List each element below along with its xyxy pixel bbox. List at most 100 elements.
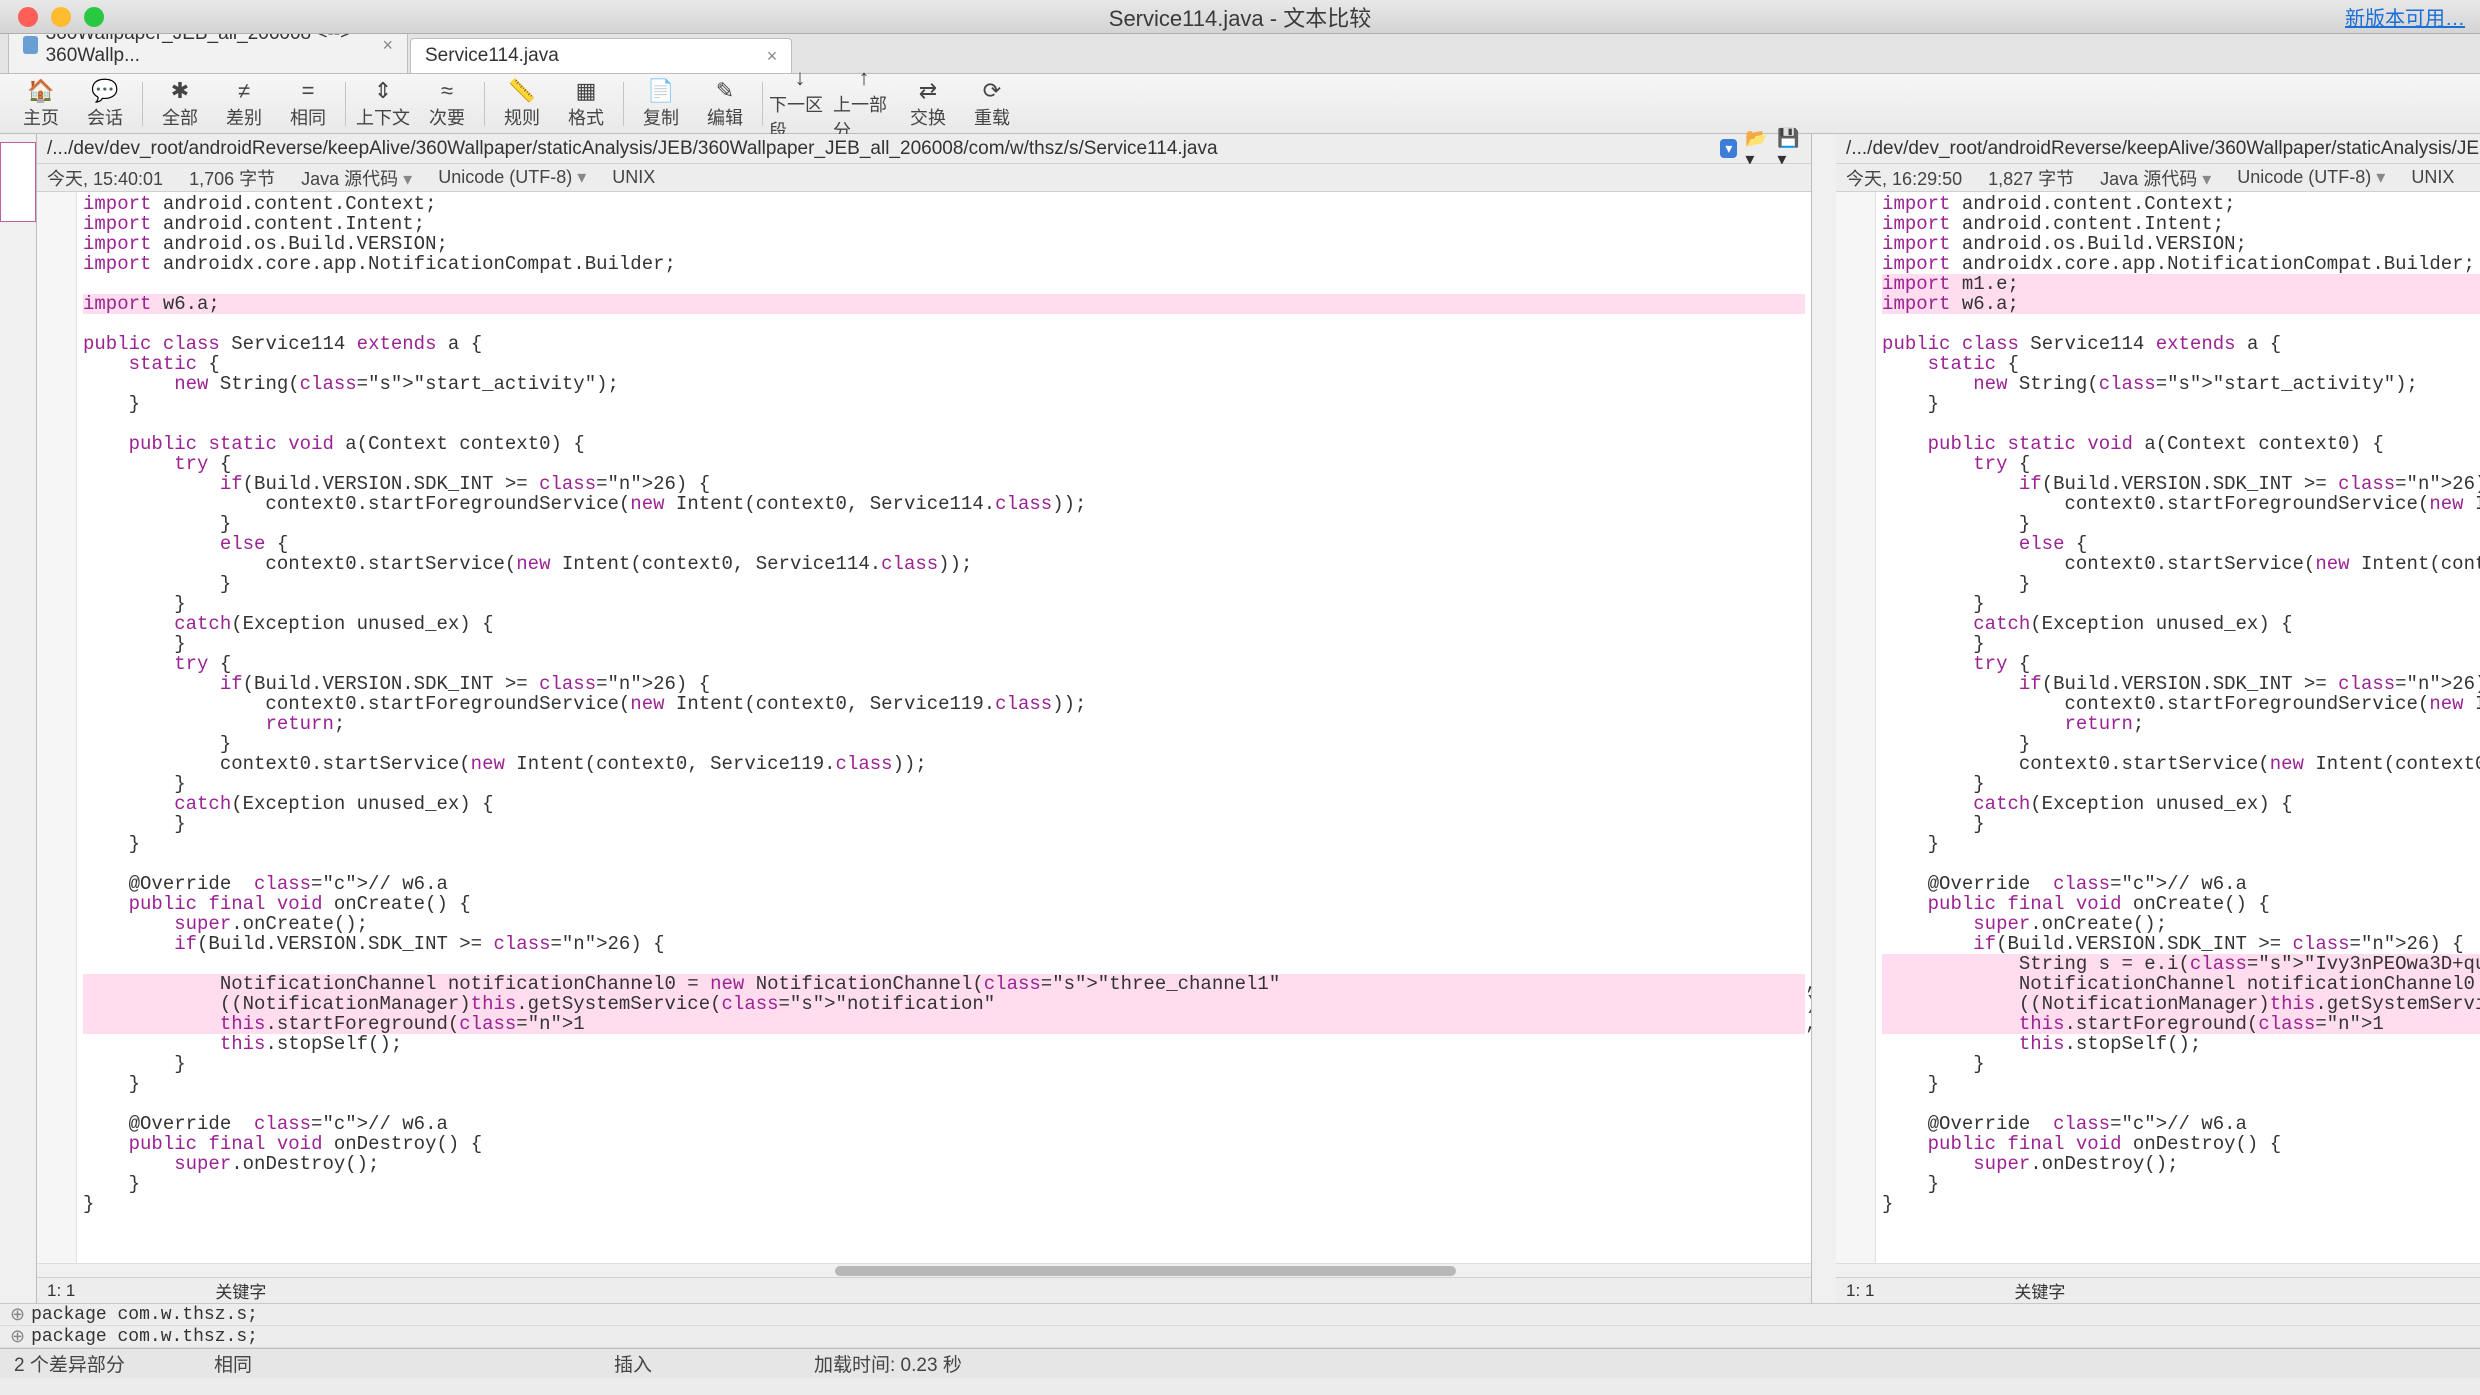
toolbar-次要[interactable]: ≈次要 bbox=[416, 76, 478, 132]
bottom-inputs: ⊕ package com.w.thsz.s; ⊕ package com.w.th… bbox=[0, 1303, 2480, 1348]
left-code[interactable]: import android.content.Context; import a… bbox=[77, 192, 1811, 1263]
load-time: 加载时间: 0.23 秒 bbox=[814, 1350, 962, 1377]
left-status: 1: 1 关键字 bbox=[37, 1277, 1811, 1303]
toolbar-格式[interactable]: ▦格式 bbox=[555, 76, 617, 132]
toolbar-icon: 💬 bbox=[91, 78, 118, 104]
pin-icon: ⊕ bbox=[10, 1326, 25, 1348]
zoom-window-icon[interactable] bbox=[84, 7, 104, 27]
main: /.../dev/dev_root/androidReverse/keepAli… bbox=[0, 134, 2480, 1303]
right-hscroll[interactable] bbox=[1836, 1263, 2480, 1277]
toolbar-label: 编辑 bbox=[707, 104, 743, 130]
eol-label: UNIX bbox=[612, 167, 655, 188]
toolbar-label: 全部 bbox=[162, 104, 198, 130]
toolbar-separator bbox=[623, 82, 624, 126]
prompt-text: package com.w.thsz.s; bbox=[31, 1305, 258, 1325]
toolbar-上下文[interactable]: ⇕上下文 bbox=[352, 76, 414, 132]
toolbar-separator bbox=[762, 82, 763, 126]
prompt-row-1[interactable]: ⊕ package com.w.thsz.s; bbox=[0, 1304, 2480, 1326]
toolbar-icon: ↑ bbox=[859, 65, 870, 91]
right-status: 1: 1 关键字 bbox=[1836, 1277, 2480, 1303]
toolbar-icon: ≈ bbox=[441, 78, 453, 104]
cursor-pos: 1: 1 bbox=[1846, 1281, 1874, 1301]
right-path-bar: /.../dev/dev_root/androidReverse/keepAli… bbox=[1836, 134, 2480, 164]
diff-count: 2 个差异部分 bbox=[14, 1350, 134, 1377]
cursor-pos: 1: 1 bbox=[47, 1281, 75, 1301]
overview-thumb[interactable] bbox=[0, 142, 36, 222]
toolbar-label: 差别 bbox=[226, 104, 262, 130]
toolbar-label: 格式 bbox=[568, 104, 604, 130]
left-path-bar: /.../dev/dev_root/androidReverse/keepAli… bbox=[37, 134, 1811, 164]
toolbar-主页[interactable]: 🏠主页 bbox=[10, 76, 72, 132]
toolbar-会话[interactable]: 💬会话 bbox=[74, 76, 136, 132]
toolbar-全部[interactable]: ✱全部 bbox=[149, 76, 211, 132]
toolbar-复制[interactable]: 📄复制 bbox=[630, 76, 692, 132]
toolbar-icon: ⇄ bbox=[919, 78, 937, 104]
toolbar-规则[interactable]: 📏规则 bbox=[491, 76, 553, 132]
close-window-icon[interactable] bbox=[18, 7, 38, 27]
language-dropdown[interactable]: Java 源代码 bbox=[301, 165, 412, 191]
diff-arrow-column bbox=[1812, 134, 1836, 1303]
file-path: /.../dev/dev_root/androidReverse/keepAli… bbox=[47, 138, 1712, 160]
close-icon[interactable]: × bbox=[767, 46, 778, 67]
prompt-text: package com.w.thsz.s; bbox=[31, 1327, 258, 1347]
toolbar-相同[interactable]: =相同 bbox=[277, 76, 339, 132]
compare-icon bbox=[23, 36, 38, 54]
encoding-dropdown[interactable]: Unicode (UTF-8) bbox=[2237, 167, 2385, 188]
status-bar: 2 个差异部分 相同 插入 加载时间: 0.23 秒 bbox=[0, 1348, 2480, 1378]
toolbar-差别[interactable]: ≠差别 bbox=[213, 76, 275, 132]
encoding-dropdown[interactable]: Unicode (UTF-8) bbox=[438, 167, 586, 188]
file-bytes: 1,827 字节 bbox=[1988, 165, 2074, 191]
toolbar-icon: ↓ bbox=[795, 65, 806, 91]
toolbar-icon: ≠ bbox=[238, 78, 250, 104]
toolbar-重载[interactable]: ⟳重载 bbox=[961, 76, 1023, 132]
insert-mode: 插入 bbox=[614, 1350, 734, 1377]
toolbar-icon: ▦ bbox=[576, 78, 597, 104]
toolbar-编辑[interactable]: ✎编辑 bbox=[694, 76, 756, 132]
pin-icon: ⊕ bbox=[10, 1304, 25, 1326]
titlebar: Service114.java - 文本比较 新版本可用… bbox=[0, 0, 2480, 34]
toolbar-icon: 📄 bbox=[647, 78, 674, 104]
right-pane: /.../dev/dev_root/androidReverse/keepAli… bbox=[1836, 134, 2480, 1303]
toolbar-icon: 📏 bbox=[508, 78, 535, 104]
file-bytes: 1,706 字节 bbox=[189, 165, 275, 191]
toolbar-label: 次要 bbox=[429, 104, 465, 130]
right-meta-bar: 今天, 16:29:50 1,827 字节 Java 源代码 Unicode (… bbox=[1836, 164, 2480, 192]
toolbar-icon: ⟳ bbox=[983, 78, 1001, 104]
left-hscroll[interactable] bbox=[37, 1263, 1811, 1277]
toolbar-separator bbox=[484, 82, 485, 126]
file-time: 今天, 16:29:50 bbox=[1846, 165, 1962, 191]
toolbar-label: 主页 bbox=[23, 104, 59, 130]
left-meta-bar: 今天, 15:40:01 1,706 字节 Java 源代码 Unicode (… bbox=[37, 164, 1811, 192]
close-icon[interactable]: × bbox=[382, 35, 393, 56]
toolbar-separator bbox=[345, 82, 346, 126]
dropdown-icon[interactable]: ▾ bbox=[1720, 139, 1737, 158]
keyword-label: 关键字 bbox=[215, 1278, 266, 1303]
overview-strip[interactable] bbox=[0, 134, 37, 1303]
prompt-row-2[interactable]: ⊕ package com.w.thsz.s; bbox=[0, 1326, 2480, 1348]
toolbar-label: 上下文 bbox=[356, 104, 410, 130]
toolbar-icon: ⇕ bbox=[374, 78, 392, 104]
toolbar-label: 重载 bbox=[974, 104, 1010, 130]
left-pane: /.../dev/dev_root/androidReverse/keepAli… bbox=[37, 134, 1812, 1303]
toolbar-交换[interactable]: ⇄交换 bbox=[897, 76, 959, 132]
toolbar-icon: ✎ bbox=[716, 78, 734, 104]
file-path: /.../dev/dev_root/androidReverse/keepAli… bbox=[1846, 138, 2480, 160]
toolbar-icon: ✱ bbox=[171, 78, 189, 104]
toolbar-下一区段[interactable]: ↓下一区段 bbox=[769, 76, 831, 132]
language-dropdown[interactable]: Java 源代码 bbox=[2100, 165, 2211, 191]
toolbar-separator bbox=[142, 82, 143, 126]
tab-label: Service114.java bbox=[425, 45, 559, 67]
tabs-bar: 360Wallpaper_JEB_all_206008 <--> 360Wall… bbox=[0, 34, 2480, 74]
same-label: 相同 bbox=[214, 1350, 334, 1377]
toolbar-上一部分[interactable]: ↑上一部分 bbox=[833, 76, 895, 132]
save-icon[interactable]: 💾▾ bbox=[1777, 138, 1801, 160]
left-gutter bbox=[37, 192, 77, 1263]
minimize-window-icon[interactable] bbox=[51, 7, 71, 27]
file-time: 今天, 15:40:01 bbox=[47, 165, 163, 191]
tab-file[interactable]: Service114.java × bbox=[410, 38, 792, 73]
right-code[interactable]: import android.content.Context; import a… bbox=[1876, 192, 2480, 1263]
browse-icon[interactable]: 📂▾ bbox=[1745, 138, 1769, 160]
toolbar: 🏠主页💬会话✱全部≠差别=相同⇕上下文≈次要📏规则▦格式📄复制✎编辑↓下一区段↑… bbox=[0, 74, 2480, 134]
toolbar-label: 交换 bbox=[910, 104, 946, 130]
update-available-link[interactable]: 新版本可用… bbox=[2345, 2, 2465, 31]
